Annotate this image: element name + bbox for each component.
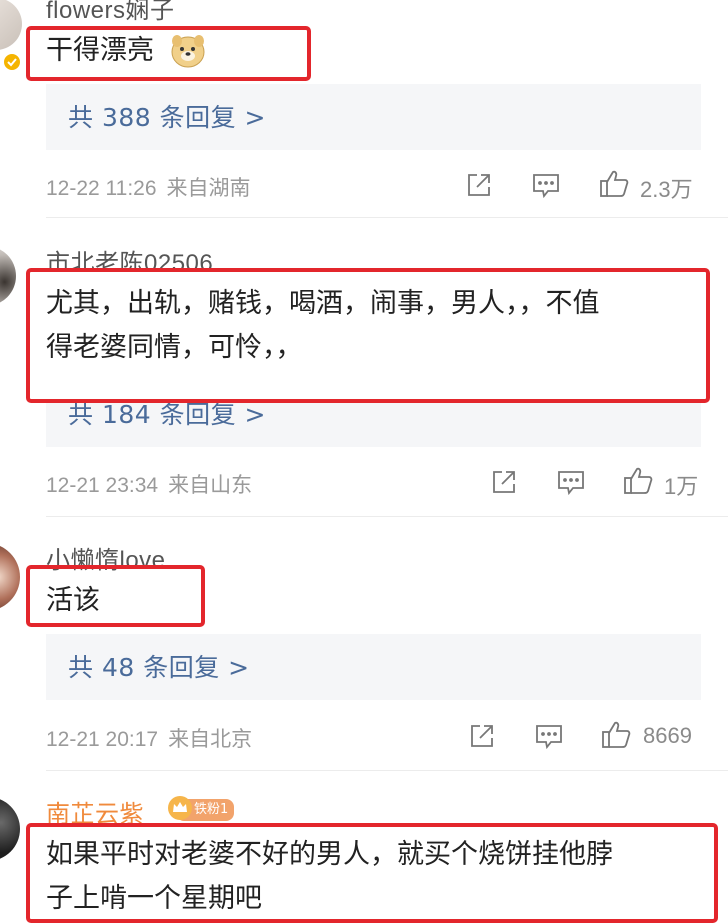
reply-summary[interactable]: 共 388 条回复 > <box>46 84 701 150</box>
divider <box>46 516 728 517</box>
like-count: 2.3万 <box>640 177 693 202</box>
comment-username[interactable]: flowers娴子 <box>46 0 175 25</box>
comment-icon[interactable] <box>531 171 561 203</box>
doge-emoji <box>170 34 206 68</box>
verified-badge-icon <box>2 52 22 72</box>
thumbs-up-icon[interactable] <box>600 719 632 755</box>
avatar[interactable] <box>0 246 16 306</box>
divider <box>46 217 728 218</box>
comment-meta: 12-22 11:26 来自湖南 <box>46 172 251 202</box>
like-count: 8669 <box>643 723 692 748</box>
avatar[interactable] <box>0 543 20 611</box>
comment-location: 来自山东 <box>168 473 253 497</box>
comment-username[interactable]: 小懒惰love <box>46 540 166 575</box>
crown-icon <box>167 795 193 825</box>
view-replies-link[interactable]: 共 48 条回复 > <box>68 648 250 684</box>
share-icon[interactable] <box>468 722 496 754</box>
comment-icon[interactable] <box>534 722 564 754</box>
comment-text-overlay: 尤其，出轨，赌钱，喝酒，闹事，男人，，不值 得老婆同情，可怜，， <box>46 288 600 363</box>
divider <box>46 770 728 771</box>
comment-meta: 12-21 20:17 来自北京 <box>46 723 252 753</box>
comment-icon[interactable] <box>556 468 586 500</box>
comment-location: 来自北京 <box>168 727 253 751</box>
comment-time: 12-21 20:17 <box>46 728 159 751</box>
reply-summary[interactable]: 共 48 条回复 > <box>46 634 701 700</box>
thumbs-up-icon[interactable] <box>622 465 654 501</box>
avatar[interactable] <box>0 797 20 861</box>
comment-text: 活该 <box>46 585 100 616</box>
comment-meta: 12-21 23:34 来自山东 <box>46 469 252 499</box>
comment-text: 干得漂亮 <box>46 35 154 66</box>
view-replies-link[interactable]: 共 388 条回复 > <box>68 98 266 134</box>
reply-summary[interactable]: 共 184 条回复 > <box>46 381 701 447</box>
share-icon[interactable] <box>490 468 518 500</box>
comment-username[interactable]: 市北老陈02506 <box>46 243 213 278</box>
comment-username[interactable]: 南芷云紫 <box>46 794 144 829</box>
share-icon[interactable] <box>465 171 493 203</box>
view-replies-link[interactable]: 共 184 条回复 > <box>68 395 266 431</box>
comment-text: 如果平时对老婆不好的男人，就买个烧饼挂他脖 子上啃一个星期吧 <box>46 839 613 914</box>
like-count: 1万 <box>664 474 699 499</box>
comment-time: 12-21 23:34 <box>46 474 159 497</box>
avatar[interactable] <box>0 0 22 50</box>
thumbs-up-icon[interactable] <box>598 168 630 204</box>
comment-time: 12-22 11:26 <box>46 177 157 200</box>
comment-location: 来自湖南 <box>166 176 251 200</box>
